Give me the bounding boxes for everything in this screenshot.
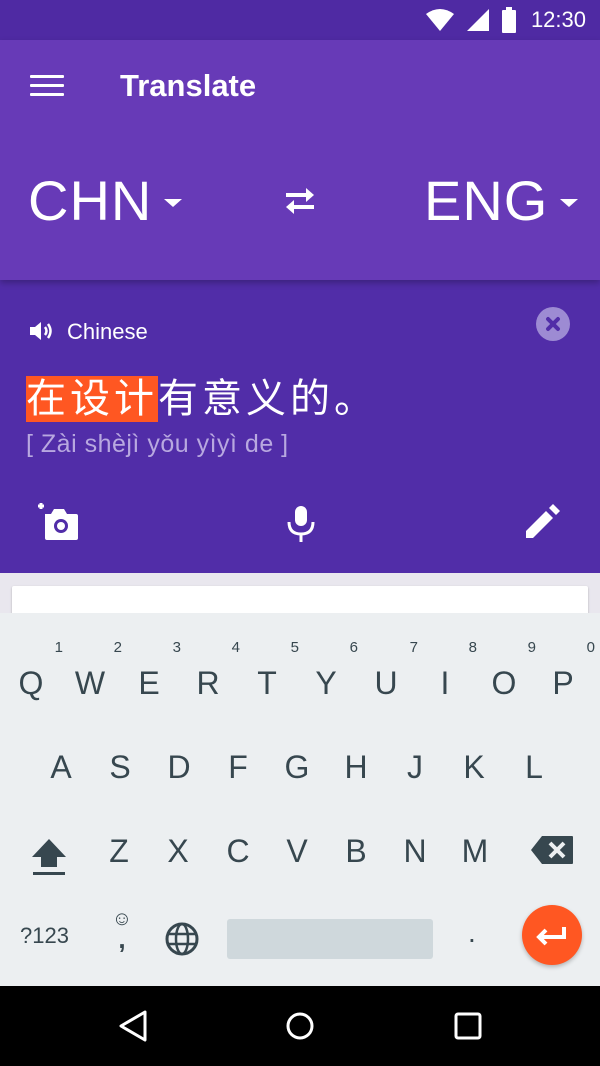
edit-icon[interactable] xyxy=(518,500,564,546)
key-n[interactable]: N xyxy=(393,833,437,870)
source-language-name: Chinese xyxy=(67,319,148,344)
source-text-rest: 有意义的。 xyxy=(158,376,378,422)
target-language-selector[interactable]: ENG xyxy=(424,168,579,233)
signal-icon xyxy=(466,9,489,31)
key-d[interactable]: D xyxy=(157,749,201,786)
back-icon[interactable] xyxy=(115,1008,151,1044)
key-w[interactable]: W2 xyxy=(68,639,122,702)
menu-icon[interactable] xyxy=(30,75,64,101)
key-e[interactable]: E3 xyxy=(127,639,181,702)
comma-label: , xyxy=(118,924,126,954)
key-f[interactable]: F xyxy=(216,749,260,786)
enter-button[interactable] xyxy=(522,905,582,965)
symbols-key[interactable]: ?123 xyxy=(20,923,69,949)
key-u[interactable]: U7 xyxy=(364,639,418,702)
period-key[interactable]: . xyxy=(468,917,476,949)
source-text[interactable]: 在设计有意义的。 xyxy=(26,366,378,424)
shift-icon[interactable] xyxy=(28,835,70,877)
app-bar: Translate CHN ENG xyxy=(0,40,600,280)
key-l[interactable]: L xyxy=(512,749,556,786)
key-a[interactable]: A xyxy=(39,749,83,786)
key-s[interactable]: S xyxy=(98,749,142,786)
battery-icon xyxy=(501,7,516,33)
key-m[interactable]: M xyxy=(453,833,497,870)
source-language-label: CHN xyxy=(28,169,153,232)
key-t[interactable]: T5 xyxy=(245,639,299,702)
status-bar: 12:30 xyxy=(0,0,600,40)
source-language-selector[interactable]: CHN xyxy=(28,168,183,233)
target-language-label: ENG xyxy=(424,169,549,232)
key-b[interactable]: B xyxy=(334,833,378,870)
recent-apps-icon[interactable] xyxy=(450,1008,486,1044)
pinyin-transliteration: [ Zài shèjì yǒu yìyì de ] xyxy=(26,430,289,458)
key-z[interactable]: Z xyxy=(97,833,141,870)
wifi-icon xyxy=(425,9,454,31)
camera-icon[interactable] xyxy=(36,500,82,546)
key-h[interactable]: H xyxy=(334,749,378,786)
enter-icon xyxy=(536,927,566,946)
key-i[interactable]: I8 xyxy=(423,639,477,702)
space-bar[interactable] xyxy=(227,919,433,959)
page-title: Translate xyxy=(120,68,257,103)
chevron-down-icon xyxy=(164,198,183,207)
key-g[interactable]: G xyxy=(275,749,319,786)
key-c[interactable]: C xyxy=(216,833,260,870)
globe-icon[interactable] xyxy=(164,921,200,957)
speaker-icon[interactable] xyxy=(28,319,54,343)
key-y[interactable]: Y6 xyxy=(304,639,358,702)
translation-input-card: Chinese 在设计有意义的。 [ Zài shèjì yǒu yìyì de… xyxy=(0,280,600,573)
key-x[interactable]: X xyxy=(156,833,200,870)
key-q[interactable]: Q1 xyxy=(9,639,63,702)
system-nav-bar xyxy=(0,986,600,1066)
backspace-icon[interactable] xyxy=(530,835,574,865)
swap-arrows-icon[interactable] xyxy=(280,183,320,219)
key-j[interactable]: J xyxy=(393,749,437,786)
key-k[interactable]: K xyxy=(452,749,496,786)
key-o[interactable]: O9 xyxy=(482,639,536,702)
highlighted-text: 在设计 xyxy=(26,376,158,422)
translation-result-card[interactable] xyxy=(12,586,588,616)
status-time: 12:30 xyxy=(530,7,586,32)
key-p[interactable]: P0 xyxy=(541,639,595,702)
key-v[interactable]: V xyxy=(275,833,319,870)
key-r[interactable]: R4 xyxy=(186,639,240,702)
status-icons: 12:30 xyxy=(425,6,586,34)
mic-icon[interactable] xyxy=(278,500,324,546)
chevron-down-icon xyxy=(560,198,579,207)
emoji-key[interactable]: ☺ , xyxy=(108,909,136,955)
home-icon[interactable] xyxy=(282,1008,318,1044)
clear-icon[interactable] xyxy=(536,307,570,341)
keyboard: Q1 W2 E3 R4 T5 Y6 U7 I8 O9 P0 A S D F G … xyxy=(0,613,600,986)
